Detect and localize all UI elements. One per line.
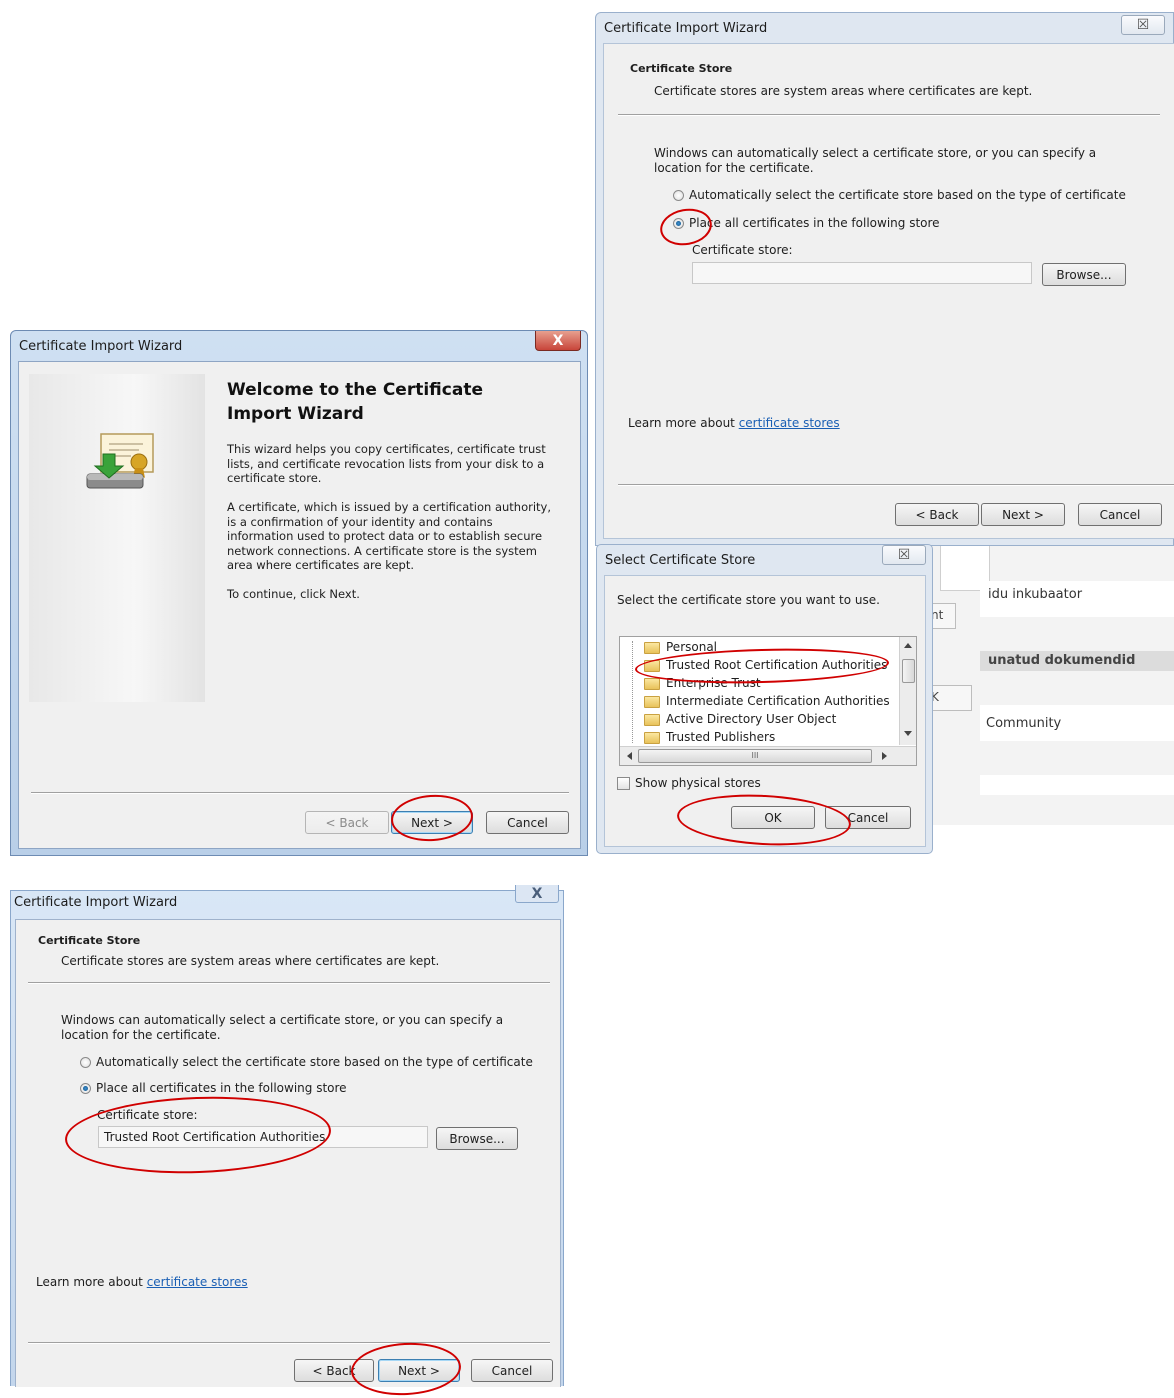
certificate-stores-link[interactable]: certificate stores — [147, 1275, 248, 1289]
folder-icon — [644, 695, 660, 708]
background-text-dokumendid: unatud dokumendid — [988, 653, 1136, 668]
store-bottom-titlebar[interactable]: Certificate Import Wizard X — [11, 885, 563, 921]
scroll-down-icon[interactable] — [904, 731, 912, 736]
tree-guide-line — [632, 641, 633, 743]
intro-text: Windows can automatically select a certi… — [61, 1013, 504, 1042]
scroll-left-icon[interactable] — [627, 752, 632, 760]
learn-more-prefix: Learn more about — [628, 416, 739, 430]
learn-more-text: Learn more about certificate stores — [36, 1275, 248, 1289]
radio-place-all[interactable] — [80, 1083, 91, 1094]
welcome-paragraph-2: A certificate, which is issued by a cert… — [227, 500, 552, 572]
cancel-button[interactable]: Cancel — [1078, 503, 1162, 526]
radio-auto-select[interactable] — [673, 190, 684, 201]
header-divider — [618, 114, 1160, 116]
close-button[interactable]: X — [515, 885, 559, 903]
background-text-community: Community — [986, 716, 1062, 731]
close-button[interactable]: ☒ — [882, 545, 926, 565]
radio-place-label: Place all certificates in the following … — [689, 216, 940, 230]
select-store-prompt: Select the certificate store you want to… — [617, 593, 880, 607]
radio-auto-select[interactable] — [80, 1057, 91, 1068]
radio-auto-label: Automatically select the certificate sto… — [96, 1055, 533, 1069]
scroll-right-icon[interactable] — [882, 752, 887, 760]
show-physical-label: Show physical stores — [635, 776, 761, 790]
store-top-client-area: Certificate Store Certificate stores are… — [603, 43, 1174, 539]
scroll-thumb[interactable] — [902, 659, 915, 683]
folder-icon — [644, 677, 660, 690]
welcome-paragraph-3: To continue, click Next. — [227, 587, 360, 601]
window-title: Certificate Import Wizard — [19, 339, 183, 354]
close-icon: ☒ — [897, 547, 911, 563]
welcome-titlebar[interactable]: Certificate Import Wizard X — [11, 331, 587, 361]
intro-text: Windows can automatically select a certi… — [654, 146, 1097, 175]
header-divider — [28, 982, 550, 984]
footer-divider — [31, 792, 569, 794]
welcome-heading: Welcome to the Certificate Import Wizard — [227, 380, 483, 424]
store-label: Certificate store: — [692, 243, 793, 257]
store-wizard-bottom-window: Certificate Import Wizard X Certificate … — [10, 885, 564, 1398]
section-description: Certificate stores are system areas wher… — [654, 84, 1033, 98]
store-top-titlebar[interactable]: Certificate Import Wizard ☒ — [596, 13, 1173, 43]
list-item[interactable]: Intermediate Certification Authorities — [644, 692, 890, 710]
browse-button[interactable]: Browse... — [1042, 263, 1126, 286]
background-text-inkubaator: idu inkubaator — [988, 587, 1083, 602]
welcome-wizard-window: Certificate Import Wizard X Welcome to t… — [10, 330, 588, 856]
certificate-import-icon — [86, 433, 154, 489]
section-description: Certificate stores are system areas wher… — [61, 954, 440, 968]
welcome-client-area: Welcome to the Certificate Import Wizard… — [18, 361, 581, 849]
select-store-titlebar[interactable]: Select Certificate Store ☒ — [597, 545, 932, 575]
store-field[interactable] — [692, 262, 1032, 284]
folder-icon — [644, 713, 660, 726]
window-title: Select Certificate Store — [605, 553, 756, 568]
back-button[interactable]: < Back — [895, 503, 979, 526]
close-button[interactable]: ☒ — [1121, 15, 1165, 35]
cancel-button[interactable]: Cancel — [486, 811, 569, 834]
close-button[interactable]: X — [535, 331, 581, 351]
close-icon: X — [531, 885, 543, 902]
background-page: nt K idu inkubaator unatud dokumendid Co… — [930, 545, 1174, 825]
window-title: Certificate Import Wizard — [604, 21, 768, 36]
close-icon: X — [552, 332, 564, 349]
section-title: Certificate Store — [630, 62, 733, 75]
store-wizard-top-window: Certificate Import Wizard ☒ Certificate … — [595, 12, 1174, 546]
background-button: nt — [930, 603, 956, 629]
footer-divider — [618, 484, 1174, 486]
certificate-stores-link[interactable]: certificate stores — [739, 416, 840, 430]
radio-auto-label: Automatically select the certificate sto… — [689, 188, 1126, 202]
show-physical-checkbox[interactable] — [617, 777, 630, 790]
learn-more-prefix: Learn more about — [36, 1275, 147, 1289]
cancel-button[interactable]: Cancel — [471, 1359, 553, 1382]
welcome-paragraph-1: This wizard helps you copy certificates,… — [227, 442, 546, 485]
h-scroll-thumb[interactable]: III — [638, 749, 872, 763]
list-item[interactable]: Active Directory User Object — [644, 710, 836, 728]
next-button[interactable]: Next > — [981, 503, 1065, 526]
browse-button[interactable]: Browse... — [436, 1127, 518, 1150]
background-row-4 — [980, 775, 1174, 795]
radio-place-label: Place all certificates in the following … — [96, 1081, 347, 1095]
background-button-2: K — [930, 685, 972, 711]
scroll-up-icon[interactable] — [904, 643, 912, 648]
list-item[interactable]: Trusted Publishers — [644, 728, 775, 746]
section-title: Certificate Store — [38, 934, 141, 947]
learn-more-text: Learn more about certificate stores — [628, 416, 840, 430]
wizard-side-banner — [29, 374, 205, 702]
folder-icon — [644, 731, 660, 744]
close-icon: ☒ — [1136, 17, 1150, 33]
footer-divider — [28, 1342, 550, 1344]
window-title: Certificate Import Wizard — [14, 895, 178, 910]
vertical-scrollbar[interactable] — [899, 637, 916, 745]
select-store-window: Select Certificate Store ☒ Select the ce… — [596, 544, 933, 854]
back-button[interactable]: < Back — [305, 811, 389, 834]
horizontal-scrollbar[interactable]: III — [620, 746, 916, 765]
folder-icon — [644, 641, 660, 654]
